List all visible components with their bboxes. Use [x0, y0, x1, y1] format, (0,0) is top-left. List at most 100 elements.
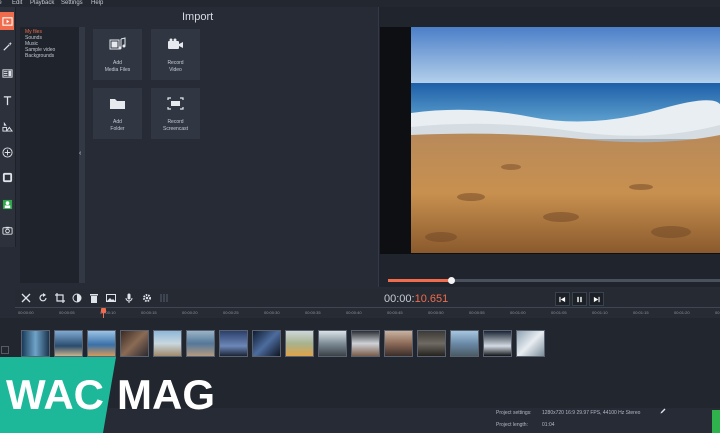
- rotate-button[interactable]: [37, 292, 48, 303]
- record-video-label-2: Video: [169, 67, 182, 73]
- menu-settings[interactable]: Settings: [61, 0, 83, 7]
- more-tools-button[interactable]: [0, 143, 14, 161]
- menu-playback[interactable]: Playback: [30, 0, 54, 7]
- record-video-button[interactable]: Record Video: [151, 29, 200, 80]
- import-icon: [1, 16, 13, 26]
- timeline-clip[interactable]: [417, 330, 446, 357]
- snapshot-tool-button[interactable]: [0, 221, 14, 239]
- folder-icon: [110, 99, 125, 109]
- timeline-ruler[interactable]: [15, 307, 720, 318]
- timeline-clip[interactable]: [252, 330, 281, 357]
- pause-icon: [577, 296, 582, 302]
- image-overlay-button[interactable]: [105, 292, 116, 303]
- menu-help[interactable]: Help: [91, 0, 103, 7]
- timeline-tick-label: 00:00:45: [387, 310, 403, 315]
- edit-toolbar: [15, 289, 720, 307]
- add-media-files-label-1: Add: [113, 60, 122, 66]
- trash-icon: [89, 293, 98, 303]
- add-media-files-button[interactable]: Add Media Files: [93, 29, 142, 80]
- menu-bar: le Edit Playback Settings Help: [0, 0, 720, 7]
- project-settings-label: Project settings:: [496, 410, 532, 416]
- timeline-tick-label: 00:00:00: [18, 310, 34, 315]
- timeline-tick-label: 00:00:40: [346, 310, 362, 315]
- timeline-tick-label: 00:00:25: [223, 310, 239, 315]
- cut-button[interactable]: [20, 292, 31, 303]
- menu-edit[interactable]: Edit: [12, 0, 22, 7]
- color-adjust-button[interactable]: [71, 292, 82, 303]
- import-category-list: My files Sounds Music Sample video Backg…: [20, 27, 85, 283]
- timeline-clip[interactable]: [318, 330, 347, 357]
- timeline-clip[interactable]: [219, 330, 248, 357]
- import-panel-title: Import: [182, 11, 214, 23]
- record-voice-button[interactable]: [123, 292, 134, 303]
- record-tool-button[interactable]: [0, 195, 14, 213]
- project-length-value: 01:04: [542, 422, 555, 428]
- next-frame-button[interactable]: [589, 292, 604, 306]
- add-folder-button[interactable]: Add Folder: [93, 88, 142, 139]
- pause-button[interactable]: [572, 292, 587, 306]
- timeline-clip[interactable]: [384, 330, 413, 357]
- project-settings-value: 1280x720 16:9 29.97 FPS, 44100 Hz Stereo: [542, 410, 641, 416]
- preview-video-frame[interactable]: [411, 27, 720, 253]
- timeline-tick-label: 00:01:10: [592, 310, 608, 315]
- transitions-icon: [1, 68, 13, 78]
- project-length-label: Project length:: [496, 422, 528, 428]
- plus-circle-icon: [1, 146, 13, 158]
- timeline-clip[interactable]: [87, 330, 116, 357]
- grip-icon: [160, 293, 167, 302]
- stickers-tool-button[interactable]: [0, 117, 14, 135]
- previous-frame-button[interactable]: [555, 292, 570, 306]
- titles-tool-button[interactable]: [0, 91, 14, 109]
- previous-icon: [559, 296, 566, 302]
- shapes-icon: [1, 121, 13, 132]
- timeline-tick-label: 00:00:05: [59, 310, 75, 315]
- timeline-tick-label: 00:00:15: [141, 310, 157, 315]
- timeline-tick-label: 00:01:20: [674, 310, 690, 315]
- timeline-clip[interactable]: [186, 330, 215, 357]
- contrast-icon: [72, 293, 81, 302]
- timeline-clip[interactable]: [120, 330, 149, 357]
- add-folder-label-2: Folder: [110, 126, 125, 132]
- import-tool-button[interactable]: [0, 12, 14, 30]
- timeline-tick-label: 00:01:00: [510, 310, 526, 315]
- time-fraction: 10.651: [414, 293, 449, 305]
- playback-progress-fill: [388, 279, 452, 282]
- timeline-clip[interactable]: [285, 330, 314, 357]
- timeline-clip[interactable]: [351, 330, 380, 357]
- export-button[interactable]: [712, 410, 720, 433]
- film-clip-icon: [2, 172, 12, 182]
- watermark-mag: MAG: [117, 371, 215, 418]
- transitions-tool-button[interactable]: [0, 64, 14, 82]
- clip-properties-button[interactable]: [0, 168, 14, 186]
- collapse-panel-chevron-icon[interactable]: ‹: [79, 150, 84, 160]
- more-edit-button[interactable]: [158, 292, 169, 303]
- gear-icon: [142, 293, 151, 302]
- time-main: 00:00:: [384, 293, 415, 305]
- timeline-tick-label: 00:00:20: [182, 310, 198, 315]
- track-lock-toggle[interactable]: [1, 346, 9, 354]
- rotate-icon: [38, 292, 47, 301]
- timeline-tick-label: 00:00:55: [469, 310, 485, 315]
- timeline-tick-label: 00:01:15: [633, 310, 649, 315]
- watermark-divider: [103, 357, 116, 433]
- timeline-clip[interactable]: [516, 330, 545, 357]
- timeline-clip[interactable]: [54, 330, 83, 357]
- clip-settings-button[interactable]: [141, 292, 152, 303]
- menu-file[interactable]: le: [0, 0, 2, 7]
- delete-button[interactable]: [88, 292, 99, 303]
- beach-scene-image: [411, 27, 720, 253]
- category-backgrounds[interactable]: Backgrounds: [25, 53, 54, 59]
- filters-tool-button[interactable]: [0, 37, 14, 55]
- timeline-clip[interactable]: [483, 330, 512, 357]
- playhead-handle[interactable]: [101, 308, 106, 313]
- timeline-clip[interactable]: [153, 330, 182, 357]
- timeline-clip[interactable]: [21, 330, 50, 357]
- record-screencast-button[interactable]: Record Screencast: [151, 88, 200, 139]
- video-camera-icon: [168, 38, 183, 49]
- scissors-icon: [21, 293, 30, 302]
- timeline-clip[interactable]: [450, 330, 479, 357]
- crop-button[interactable]: [54, 292, 65, 303]
- edit-pencil-icon[interactable]: [660, 408, 666, 414]
- media-files-icon: [109, 37, 126, 50]
- playback-time: 00:00:10.651: [384, 293, 448, 305]
